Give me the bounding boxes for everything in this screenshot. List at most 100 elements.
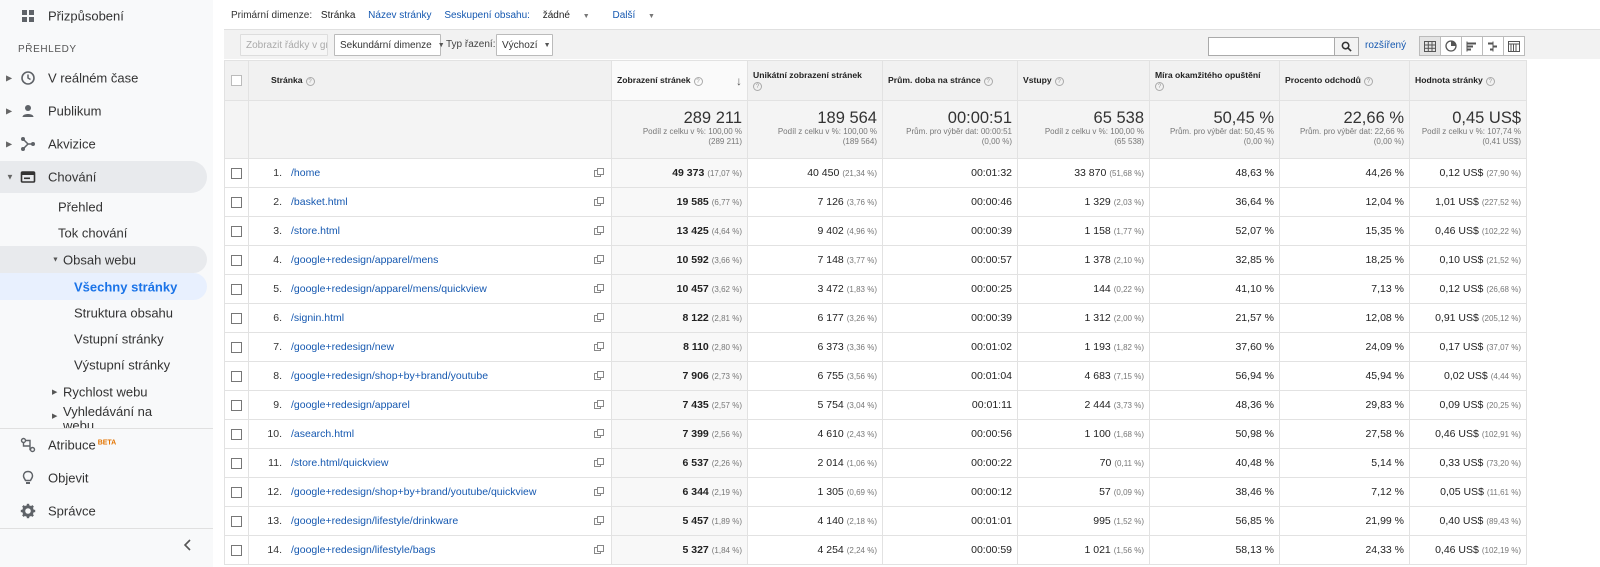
page-link[interactable]: /signin.html [291,312,344,324]
open-page-icon[interactable] [594,458,604,470]
row-checkbox[interactable] [231,486,242,498]
col-header-entrances[interactable]: Vstupy? [1017,60,1150,101]
search-button[interactable] [1335,37,1359,56]
more-dimensions-dropdown[interactable]: Další ▼ [612,10,665,21]
row-checkbox[interactable] [231,225,242,237]
row-checkbox[interactable] [231,544,242,556]
open-page-icon[interactable] [594,487,604,499]
page-link[interactable]: /asearch.html [291,428,354,440]
page-link[interactable]: /google+redesign/apparel/mens [291,254,438,266]
secondary-dimension-dropdown[interactable]: Sekundární dimenze ▼ [334,34,445,56]
page-link[interactable]: /google+redesign/apparel/mens/quickview [291,283,487,295]
performance-view-button[interactable] [1461,36,1483,56]
col-header-exit-pct[interactable]: Procento odchodů? [1279,60,1410,101]
pageviews-cell: 49 373 (17,07 %) [611,158,748,188]
open-page-icon[interactable] [594,313,604,325]
entrances-cell: 2 444 (3,73 %) [1017,390,1150,420]
sidebar-item-site-content[interactable]: ▼ Obsah webu [0,246,207,273]
row-checkbox[interactable] [231,457,242,469]
open-page-icon[interactable] [594,371,604,383]
percentage-view-button[interactable] [1440,36,1462,56]
page-link[interactable]: /google+redesign/shop+by+brand/youtube [291,370,488,382]
page-value-cell: 0,33 US$ (73,20 %) [1409,448,1527,478]
col-header-unique-pageviews[interactable]: Unikátní zobrazení stránek? [747,60,883,101]
open-page-icon[interactable] [594,545,604,557]
cell-share: (37,07 %) [1486,343,1521,352]
page-link[interactable]: /google+redesign/new [291,341,394,353]
sidebar-item-realtime[interactable]: ▶ V reálném čase [0,64,207,92]
row-checkbox[interactable] [231,196,242,208]
help-icon[interactable]: ? [1054,76,1064,86]
row-checkbox[interactable] [231,254,242,266]
select-all-checkbox[interactable] [231,75,242,87]
row-index: 6. [273,312,282,324]
open-page-icon[interactable] [594,255,604,267]
plot-rows-button[interactable]: Zobrazit řádky v grafu [240,34,328,56]
col-header-avg-time[interactable]: Prům. doba na stránce? [882,60,1018,101]
sidebar-item-site-search[interactable]: ▶ Vyhledávání na webu [0,404,207,429]
row-checkbox[interactable] [231,341,242,353]
help-icon[interactable]: ? [983,76,993,86]
sidebar-item-behavior-flow[interactable]: Tok chování [0,220,207,246]
open-page-icon[interactable] [594,342,604,354]
content-grouping-dropdown[interactable]: Seskupení obsahu: žádné ▼ [444,10,599,21]
page-link[interactable]: /basket.html [291,196,348,208]
collapse-sidebar-icon[interactable] [183,539,193,551]
help-icon[interactable]: ? [753,81,762,91]
total-page-value: 0,45 US$ Podíl z celku v %: 107,74 % (0,41… [1409,100,1527,159]
open-page-icon[interactable] [594,226,604,238]
page-link[interactable]: /home [291,167,320,179]
col-header-bounce-rate[interactable]: Míra okamžitého opuštění? [1149,60,1280,101]
open-page-icon[interactable] [594,516,604,528]
page-link[interactable]: /google+redesign/shop+by+brand/youtube/q… [291,486,536,498]
page-link[interactable]: /store.html/quickview [291,457,388,469]
help-icon[interactable]: ? [1363,76,1373,86]
row-checkbox[interactable] [231,515,242,527]
sidebar-item-all-pages[interactable]: Všechny stránky [0,273,207,300]
table-search-input[interactable] [1208,37,1335,56]
row-checkbox[interactable] [231,428,242,440]
data-view-button[interactable] [1419,36,1441,56]
open-page-icon[interactable] [594,168,604,180]
page-link[interactable]: /store.html [291,225,340,237]
row-checkbox[interactable] [231,167,242,179]
page-link[interactable]: /google+redesign/lifestyle/bags [291,544,435,556]
page-link[interactable]: /google+redesign/lifestyle/drinkware [291,515,458,527]
sidebar-item-label: Výstupní stránky [74,357,171,373]
help-icon[interactable]: ? [1155,81,1164,91]
help-icon[interactable]: ? [1485,76,1495,86]
bar-list-icon [1466,41,1476,51]
help-icon[interactable]: ? [693,76,703,86]
col-header-page[interactable]: Stránka? [248,60,612,101]
sidebar-item-behavior[interactable]: ▼ Chování [0,161,207,193]
open-page-icon[interactable] [594,284,604,296]
sidebar-item-discover[interactable]: Objevit [0,464,207,492]
sidebar-item-acquisition[interactable]: ▶ Akvizice [0,130,207,158]
dimension-page-title-link[interactable]: Název stránky [368,10,431,21]
sidebar-item-landing-pages[interactable]: Vstupní stránky [0,326,207,352]
pivot-view-button[interactable] [1503,36,1525,56]
row-checkbox[interactable] [231,399,242,411]
sidebar-item-overview[interactable]: Přehled [0,194,207,220]
sidebar-item-content-drilldown[interactable]: Struktura obsahu [0,300,207,326]
comparison-view-button[interactable] [1482,36,1504,56]
sidebar-item-exit-pages[interactable]: Výstupní stránky [0,352,207,378]
page-link[interactable]: /google+redesign/apparel [291,399,410,411]
row-checkbox[interactable] [231,370,242,382]
col-header-pageviews[interactable]: Zobrazení stránek? ↓ [611,60,748,101]
open-page-icon[interactable] [594,400,604,412]
customize-item[interactable]: Přizpůsobení [0,2,207,30]
open-page-icon[interactable] [594,429,604,441]
advanced-filter-link[interactable]: rozšířený [1365,40,1406,51]
help-icon[interactable]: ? [305,76,315,86]
sidebar-item-audience[interactable]: ▶ Publikum [0,97,207,125]
select-all-header[interactable] [224,60,249,101]
row-checkbox[interactable] [231,312,242,324]
sidebar-item-admin[interactable]: Správce [0,497,207,525]
col-header-page-value[interactable]: Hodnota stránky? [1409,60,1527,101]
sidebar-item-attribution[interactable]: Atribuce BETA [0,431,207,459]
sidebar-item-site-speed[interactable]: ▶ Rychlost webu [0,379,207,405]
row-checkbox[interactable] [231,283,242,295]
open-page-icon[interactable] [594,197,604,209]
sort-type-dropdown[interactable]: Výchozí ▼ [496,34,553,56]
